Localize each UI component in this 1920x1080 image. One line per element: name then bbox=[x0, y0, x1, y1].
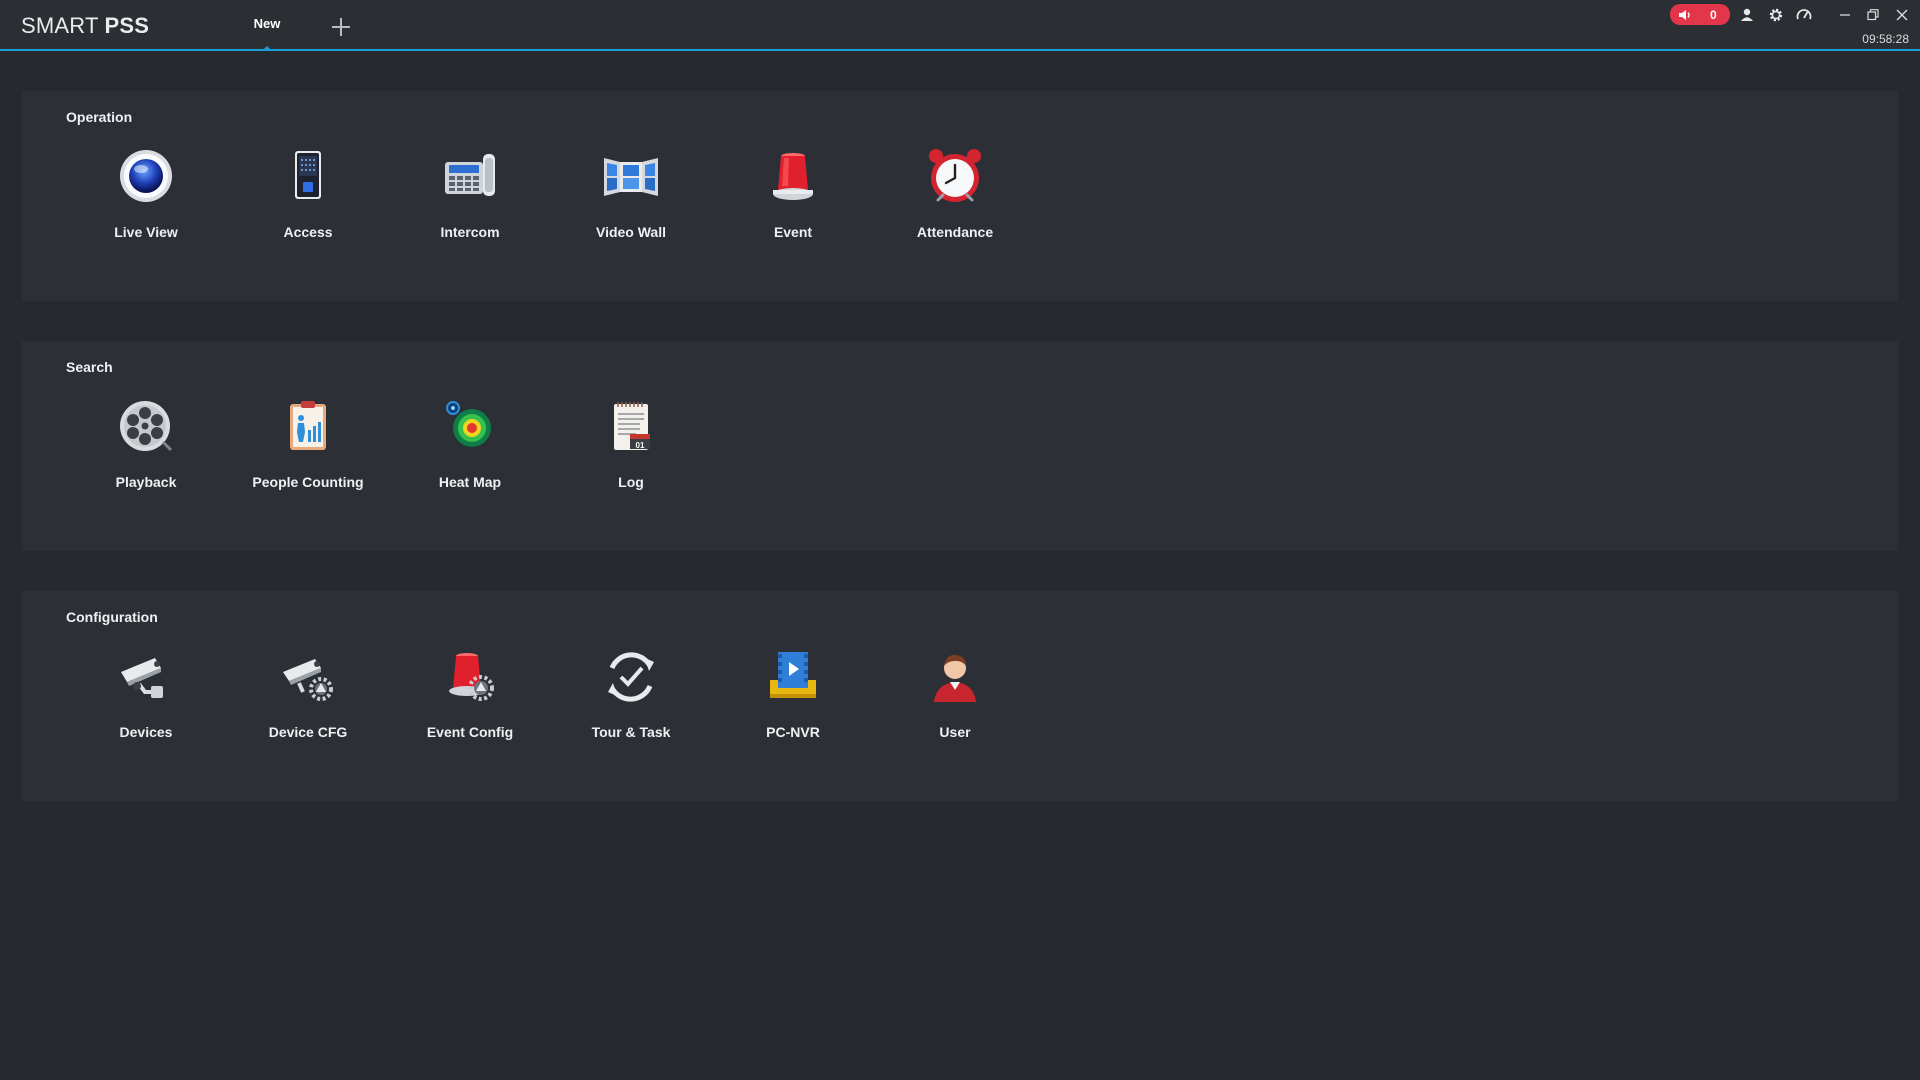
operation-panel: Operation Live View Access Intercom Vide… bbox=[22, 91, 1898, 301]
tile-label: People Counting bbox=[252, 474, 364, 490]
close-icon[interactable] bbox=[1893, 6, 1911, 24]
tile-label: Devices bbox=[119, 724, 173, 740]
intercom-icon bbox=[445, 154, 495, 196]
tile-access[interactable]: Access bbox=[233, 146, 383, 256]
section-title-search: Search bbox=[66, 359, 113, 375]
tile-label: Event bbox=[773, 224, 813, 240]
tile-playback[interactable]: Playback bbox=[71, 396, 221, 506]
speaker-icon bbox=[1679, 9, 1690, 20]
tile-live-view[interactable]: Live View bbox=[71, 146, 221, 256]
settings-gear-icon[interactable] bbox=[1767, 6, 1785, 24]
tile-label: Video Wall bbox=[595, 224, 666, 240]
tile-label: Event Config bbox=[426, 724, 514, 740]
clock: 09:58:28 bbox=[1862, 32, 1909, 46]
tile-label: Device CFG bbox=[268, 724, 348, 740]
live-view-icon bbox=[120, 150, 172, 202]
log-icon: 01 bbox=[614, 402, 650, 450]
tile-event[interactable]: Event bbox=[718, 146, 868, 256]
tile-log[interactable]: 01 Log bbox=[556, 396, 706, 506]
tile-people-counting[interactable]: People Counting bbox=[233, 396, 383, 506]
active-tab-indicator bbox=[263, 46, 271, 50]
attendance-icon bbox=[929, 149, 981, 202]
tile-label: PC-NVR bbox=[766, 724, 820, 740]
tile-label: Tour & Task bbox=[591, 724, 671, 740]
svg-text:01: 01 bbox=[636, 441, 645, 450]
tile-label: Playback bbox=[115, 474, 177, 490]
title-bar: SMART PSS New 0 09:58:28 bbox=[0, 0, 1920, 51]
app-logo: SMART PSS bbox=[21, 13, 149, 39]
tab-new[interactable]: New bbox=[240, 0, 294, 50]
alarm-count: 0 bbox=[1710, 7, 1717, 22]
playback-icon bbox=[120, 401, 173, 452]
tile-tour-task[interactable]: Tour & Task bbox=[556, 646, 706, 756]
tab-new-label: New bbox=[253, 16, 281, 31]
tile-label: Intercom bbox=[440, 224, 500, 240]
event-config-icon bbox=[449, 653, 494, 701]
event-icon bbox=[773, 153, 813, 200]
user-account-icon[interactable] bbox=[1738, 6, 1756, 24]
device-cfg-icon bbox=[283, 659, 333, 701]
heat-map-icon bbox=[446, 401, 491, 447]
tile-user[interactable]: User bbox=[880, 646, 1030, 756]
tile-label: Heat Map bbox=[438, 474, 502, 490]
access-icon bbox=[295, 151, 321, 199]
tile-device-cfg[interactable]: Device CFG bbox=[233, 646, 383, 756]
tile-heat-map[interactable]: Heat Map bbox=[395, 396, 545, 506]
tile-label: Access bbox=[283, 224, 333, 240]
minimize-icon[interactable] bbox=[1836, 6, 1854, 24]
section-title-operation: Operation bbox=[66, 109, 133, 125]
tile-label: Live View bbox=[114, 224, 178, 240]
tile-pc-nvr[interactable]: PC-NVR bbox=[718, 646, 868, 756]
search-panel: Search Playback People Counting Heat Map… bbox=[22, 341, 1898, 551]
tile-label: Log bbox=[618, 474, 644, 490]
tour-task-icon bbox=[608, 652, 654, 702]
tile-intercom[interactable]: Intercom bbox=[395, 146, 545, 256]
restore-icon[interactable] bbox=[1864, 6, 1882, 24]
performance-gauge-icon[interactable] bbox=[1795, 6, 1813, 24]
tile-event-config[interactable]: Event Config bbox=[395, 646, 545, 756]
tile-label: User bbox=[939, 724, 971, 740]
people-counting-icon bbox=[290, 401, 326, 450]
section-title-configuration: Configuration bbox=[66, 609, 158, 625]
video-wall-icon bbox=[604, 158, 658, 196]
tile-video-wall[interactable]: Video Wall bbox=[556, 146, 706, 256]
brand-light: SMART bbox=[21, 13, 99, 38]
tile-label: Attendance bbox=[916, 224, 994, 240]
brand-bold: PSS bbox=[104, 13, 150, 38]
tile-devices[interactable]: Devices bbox=[71, 646, 221, 756]
user-icon bbox=[934, 654, 976, 702]
alarm-badge[interactable]: 0 bbox=[1670, 4, 1730, 25]
pc-nvr-icon bbox=[770, 652, 816, 698]
configuration-panel: Configuration Devices Device CFG Event C… bbox=[22, 591, 1898, 801]
tile-attendance[interactable]: Attendance bbox=[880, 146, 1030, 256]
devices-icon bbox=[121, 658, 163, 698]
add-tab-button[interactable] bbox=[328, 14, 354, 40]
